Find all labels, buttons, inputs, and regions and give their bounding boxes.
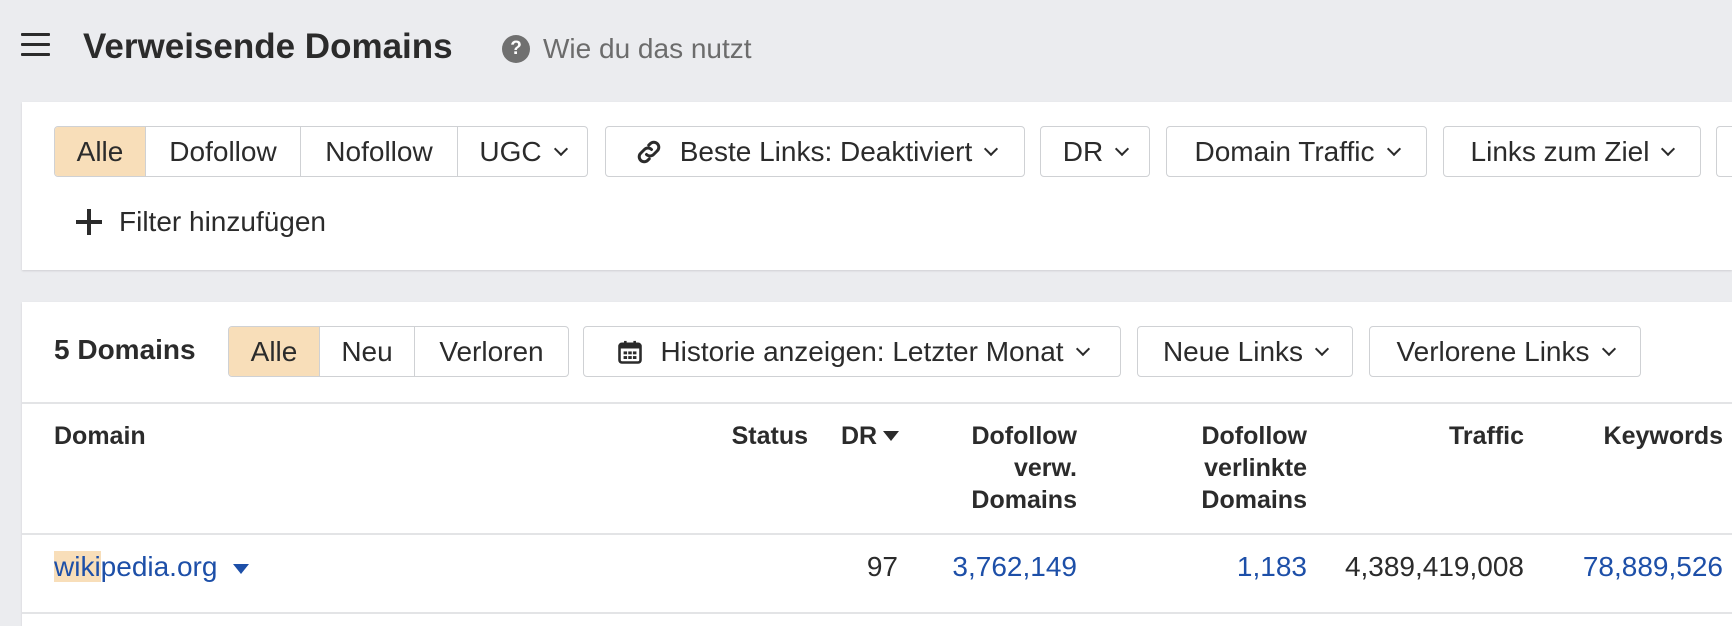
tab-new[interactable]: Neu xyxy=(320,327,415,376)
tab-ugc[interactable]: UGC xyxy=(458,127,587,176)
chevron-down-icon xyxy=(1115,141,1130,156)
dr-header-label: DR xyxy=(841,422,878,450)
tab-lost[interactable]: Verloren xyxy=(415,327,568,376)
divider xyxy=(22,533,1732,535)
domain-rest: pedia.org xyxy=(100,551,218,582)
column-header-traffic[interactable]: Traffic xyxy=(1342,420,1524,452)
chevron-down-icon xyxy=(553,141,568,156)
caret-down-icon[interactable] xyxy=(233,563,250,574)
best-links-label: Beste Links: Deaktiviert xyxy=(679,135,973,167)
lost-links-label: Verlorene Links xyxy=(1396,335,1590,367)
header-line: verlinkte xyxy=(1204,454,1307,482)
header-line: verw. xyxy=(1013,454,1077,482)
domain-highlight: wiki xyxy=(54,551,101,582)
add-filter-label: Filter hinzufügen xyxy=(119,206,327,237)
chevron-down-icon xyxy=(1601,341,1616,356)
help-link[interactable]: ? Wie du das nutzt xyxy=(502,33,752,65)
tab-alle[interactable]: Alle xyxy=(55,127,146,176)
help-icon: ? xyxy=(502,35,530,63)
tab-nofollow[interactable]: Nofollow xyxy=(301,127,458,176)
column-header-domain[interactable]: Domain xyxy=(54,420,146,452)
lost-links-dropdown[interactable]: Verlorene Links xyxy=(1369,326,1641,377)
plus-icon xyxy=(76,209,102,235)
links-to-target-label: Links zum Ziel xyxy=(1470,135,1650,167)
header-line: Dofollow xyxy=(971,422,1077,450)
column-header-dofollow-linked-domains[interactable]: Dofollow verlinkte Domains xyxy=(1132,420,1307,516)
links-to-target-dropdown[interactable]: Links zum Ziel xyxy=(1443,126,1701,177)
column-header-dr[interactable]: DR xyxy=(841,420,900,452)
chevron-down-icon xyxy=(1314,341,1330,356)
dr-dropdown[interactable]: DR xyxy=(1040,126,1150,177)
domain-traffic-label: Domain Traffic xyxy=(1194,135,1375,167)
chevron-down-icon xyxy=(984,141,999,156)
tab-ugc-label: UGC xyxy=(479,135,542,167)
results-tabs: Alle Neu Verloren xyxy=(228,326,569,377)
chevron-down-icon xyxy=(1661,141,1676,156)
link-icon xyxy=(637,140,660,163)
best-links-dropdown[interactable]: Beste Links: Deaktiviert xyxy=(605,126,1025,177)
table-row-domain[interactable]: wikipedia.org xyxy=(54,551,250,583)
calendar-icon xyxy=(618,340,643,364)
header-line: Domains xyxy=(971,486,1077,514)
history-label: Historie anzeigen: Letzter Monat xyxy=(660,335,1064,367)
tab-dofollow[interactable]: Dofollow xyxy=(146,127,301,176)
cell-dofollow-ref-domains[interactable]: 3,762,149 xyxy=(902,551,1077,583)
column-header-status[interactable]: Status xyxy=(722,420,808,452)
cell-traffic: 4,389,419,008 xyxy=(1344,551,1524,582)
help-label: Wie du das nutzt xyxy=(543,33,752,64)
divider xyxy=(22,402,1732,404)
add-filter-button[interactable]: Filter hinzufügen xyxy=(76,202,326,242)
domain-count: 5 Domains xyxy=(54,334,196,365)
results-panel: 5 Domains Alle Neu Verloren Historie anz… xyxy=(22,302,1732,626)
new-links-label: Neue Links xyxy=(1162,335,1304,367)
column-header-keywords[interactable]: Keywords xyxy=(1542,420,1723,452)
column-header-dofollow-ref-domains[interactable]: Dofollow verw. Domains xyxy=(902,420,1077,516)
new-links-dropdown[interactable]: Neue Links xyxy=(1137,326,1353,377)
link-type-tabs: Alle Dofollow Nofollow UGC xyxy=(54,126,588,177)
sort-desc-icon xyxy=(883,431,900,441)
cell-keywords[interactable]: 78,889,526 xyxy=(1542,551,1723,583)
menu-icon[interactable] xyxy=(21,33,50,57)
cell-dr: 97 xyxy=(866,551,898,582)
dr-label: DR xyxy=(1062,135,1104,167)
page-header: Verweisende Domains ? Wie du das nutzt xyxy=(0,0,1732,96)
header-line: Dofollow xyxy=(1201,422,1307,450)
chevron-down-icon xyxy=(1075,341,1090,356)
tab-all-results[interactable]: Alle xyxy=(229,327,320,376)
chevron-down-icon xyxy=(1386,141,1401,156)
history-dropdown[interactable]: Historie anzeigen: Letzter Monat xyxy=(583,326,1121,377)
cell-dofollow-linked-domains[interactable]: 1,183 xyxy=(1132,551,1307,583)
header-line: Domains xyxy=(1201,486,1307,514)
divider xyxy=(22,612,1732,614)
more-filter-dropdown[interactable] xyxy=(1716,126,1732,177)
page-title: Verweisende Domains xyxy=(83,27,453,66)
domain-traffic-dropdown[interactable]: Domain Traffic xyxy=(1166,126,1427,177)
filter-panel: Alle Dofollow Nofollow UGC Beste Links: … xyxy=(22,102,1732,270)
